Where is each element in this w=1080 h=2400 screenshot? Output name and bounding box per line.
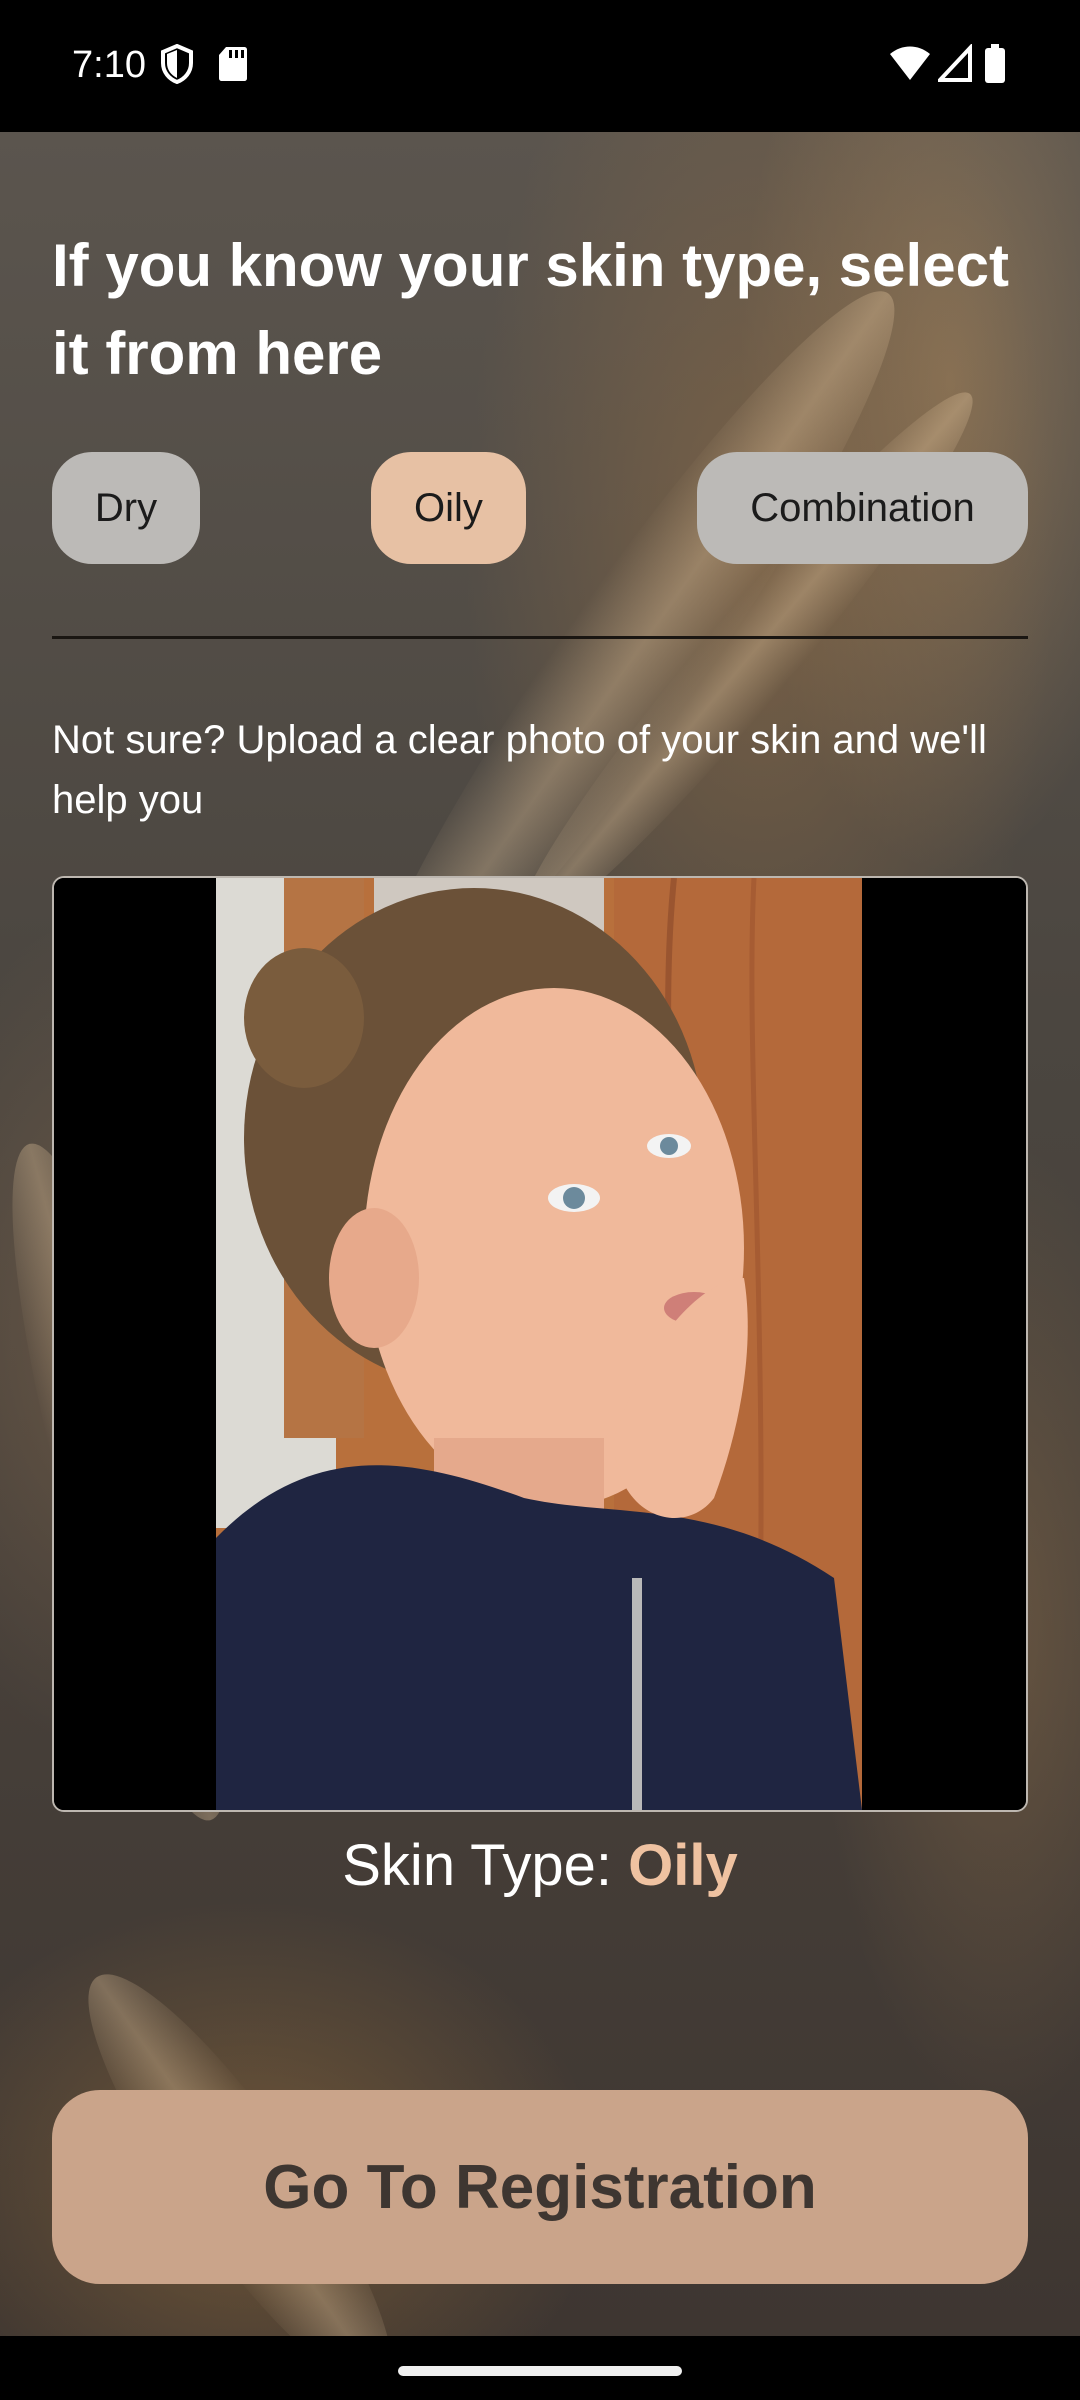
status-time: 7:10: [72, 44, 146, 86]
battery-icon: [985, 44, 1005, 83]
skin-photo: [54, 878, 1026, 1810]
sd-card-icon: [219, 47, 247, 81]
skin-type-chip-dry[interactable]: Dry: [52, 452, 200, 564]
chip-label: Combination: [750, 485, 975, 530]
home-gesture-handle[interactable]: [398, 2366, 682, 2376]
skin-type-result: Skin Type: Oily: [0, 1832, 1080, 1899]
navigation-bar: [0, 2336, 1080, 2400]
upload-hint: Not sure? Upload a clear photo of your s…: [52, 718, 987, 822]
go-to-registration-button[interactable]: Go To Registration: [52, 2090, 1028, 2284]
divider: [52, 636, 1028, 639]
skin-type-result-label: Skin Type:: [342, 1833, 629, 1898]
photo-upload-preview[interactable]: [52, 876, 1028, 1812]
page-title: If you know your skin type, select it fr…: [52, 232, 1009, 387]
chip-label: Oily: [414, 485, 483, 530]
shield-icon: [161, 44, 193, 84]
wifi-icon: [890, 46, 930, 80]
signal-icon: [938, 44, 972, 82]
app-content: If you know your skin type, select it fr…: [0, 132, 1080, 2400]
skin-type-chip-oily[interactable]: Oily: [371, 452, 526, 564]
screen: 7:10 If you know your skin type, select …: [0, 0, 1080, 2400]
skin-type-chip-combination[interactable]: Combination: [697, 452, 1028, 564]
chip-label: Dry: [94, 485, 158, 530]
go-to-registration-label: Go To Registration: [263, 2152, 817, 2222]
status-bar: 7:10: [0, 0, 1080, 132]
skin-type-result-value: Oily: [628, 1833, 738, 1898]
